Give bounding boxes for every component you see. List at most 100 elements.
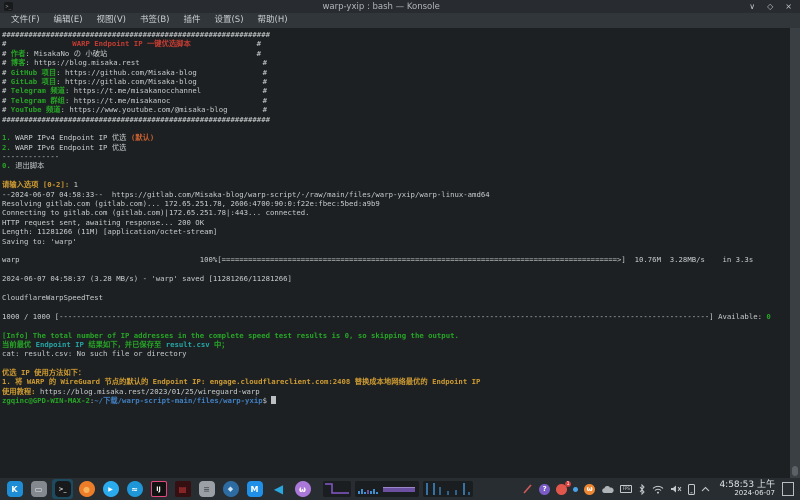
terminal-text-segment: WARP IPv4 Endpoint IP 优选 xyxy=(11,133,131,142)
tray-expander-icon[interactable] xyxy=(701,486,710,492)
taskbar-widgets xyxy=(323,481,473,497)
cloud-sync-icon[interactable] xyxy=(601,485,614,494)
terminal-line: ########################################… xyxy=(2,115,790,124)
menu-item-6[interactable]: 帮助(H) xyxy=(251,13,295,28)
minimize-button[interactable]: ∨ xyxy=(749,0,755,13)
fps-monitor-icon[interactable]: FPS xyxy=(620,485,632,493)
terminal-line: cat: result.csv: No such file or directo… xyxy=(2,349,790,358)
terminal-text-segment: : https://blog.misaka.rest # xyxy=(25,58,267,67)
konsole-icon: >_ xyxy=(55,481,71,497)
menu-item-1[interactable]: 编辑(E) xyxy=(47,13,90,28)
taskbar-app-vscode[interactable]: ◀ xyxy=(268,479,289,499)
taskbar-app-red-grid-app[interactable]: ▤ xyxy=(172,479,193,499)
telegram-icon: ▶ xyxy=(103,481,119,497)
kde-launcher-icon: K xyxy=(7,481,23,497)
terminal-line xyxy=(2,284,790,293)
bluetooth-icon[interactable] xyxy=(638,484,646,495)
terminal-line: ########################################… xyxy=(2,30,790,39)
taskbar-clock[interactable]: 4:58:53 上午 2024-06-07 xyxy=(719,481,775,498)
terminal-line: 优选 IP 使用方法如下： xyxy=(2,368,790,377)
window-titlebar[interactable]: >_ warp-yxip : bash — Konsole ∨ ◇ × xyxy=(0,0,800,13)
terminal-text-segment: 2024-06-07 04:58:37 (3.28 MB/s) - 'warp'… xyxy=(2,274,292,283)
terminal-text-segment: 0. xyxy=(2,161,11,170)
terminal-text-segment: Telegram 频道 xyxy=(11,86,65,95)
notification-app-icon[interactable]: 1 xyxy=(556,484,567,495)
taskbar-app-file-manager[interactable]: ▭ xyxy=(28,479,49,499)
menu-item-5[interactable]: 设置(S) xyxy=(207,13,250,28)
taskbar-app-cat-proxy-app[interactable]: ω xyxy=(292,479,313,499)
terminal-text-segment: 0 xyxy=(766,312,770,321)
terminal-text-segment: 1. xyxy=(2,133,11,142)
terminal-text-segment: 使用教程: xyxy=(2,387,40,396)
maximize-button[interactable]: ◇ xyxy=(767,0,773,13)
badge: 1 xyxy=(565,481,571,487)
terminal-line: Saving to: 'warp' xyxy=(2,237,790,246)
taskbar-app-konsole[interactable]: >_ xyxy=(52,479,73,499)
file-manager-icon: ▭ xyxy=(31,481,47,497)
terminal-line: # Telegram 频道: https://t.me/misakanoccha… xyxy=(2,86,790,95)
terminal-text-segment: CloudflareWarpSpeedTest xyxy=(2,293,103,302)
taskbar-app-blue-globe-app[interactable]: ◆ xyxy=(220,479,241,499)
phone-link-icon[interactable] xyxy=(688,484,695,495)
taskbar-app-motrix[interactable]: M xyxy=(244,479,265,499)
terminal-line: # 作者: MisakaNo の 小破站 # xyxy=(2,49,790,58)
konsole-window-icon: >_ xyxy=(4,2,13,11)
menu-item-0[interactable]: 文件(F) xyxy=(4,13,47,28)
terminal-text-segment: : MisakaNo の 小破站 # xyxy=(25,49,261,58)
red-grid-app-icon: ▤ xyxy=(175,481,191,497)
terminal-text-segment: 博客 xyxy=(11,58,26,67)
clash-cat-icon[interactable]: ω xyxy=(584,484,595,495)
terminal-line: # GitLab 项目: https://gitlab.com/Misaka-b… xyxy=(2,77,790,86)
terminal-text-segment: # xyxy=(191,39,261,48)
terminal-text-segment: GitHub 项目 xyxy=(11,68,56,77)
clash-cat-icon-glyph: ω xyxy=(584,484,595,495)
terminal-text-segment: ~/下载/warp-script-main/files/warp-yxip xyxy=(94,396,262,405)
terminal-line: HTTP request sent, awaiting response... … xyxy=(2,218,790,227)
terminal-line: 当前最优 Endpoint IP 结果如下，并已保存至 result.csv 中… xyxy=(2,340,790,349)
terminal-line xyxy=(2,171,790,180)
terminal-line: # WARP Endpoint IP 一键优选脚本 # xyxy=(2,39,790,48)
taskbar-app-intellij-idea[interactable]: IJ xyxy=(148,479,169,499)
task-preview-1[interactable] xyxy=(323,481,351,497)
terminal-text-segment: 1000 / 1000 [---------------------------… xyxy=(2,312,766,321)
taskbar-app-bird-messenger[interactable]: ≈ xyxy=(124,479,145,499)
terminal-line: 1. 将 WARP 的 WireGuard 节点的默认的 Endpoint IP… xyxy=(2,377,790,386)
terminal-line: # GitHub 项目: https://github.com/Misaka-b… xyxy=(2,68,790,77)
terminal-text-segment: : https://t.me/misakanocchannel # xyxy=(65,86,267,95)
taskbar-app-document-app[interactable]: ≡ xyxy=(196,479,217,499)
terminal-output[interactable]: ########################################… xyxy=(0,28,790,478)
terminal-text-segment: # xyxy=(2,58,11,67)
wifi-icon[interactable] xyxy=(652,485,664,494)
terminal-text-segment: # xyxy=(2,96,11,105)
terminal-line: 使用教程: https://blog.misaka.rest/2023/01/2… xyxy=(2,387,790,396)
show-desktop-button[interactable] xyxy=(782,482,794,496)
terminal-text-segment: YouTube 频道 xyxy=(11,105,61,114)
taskbar-app-telegram[interactable]: ▶ xyxy=(100,479,121,499)
help-indicator-icon[interactable]: ? xyxy=(539,484,550,495)
task-preview-2[interactable] xyxy=(355,481,419,497)
vscode-icon: ◀ xyxy=(271,481,287,497)
terminal-text-segment: 中； xyxy=(210,340,229,349)
spikes-graph-icon xyxy=(423,481,473,497)
terminal-text-segment: WARP IPv6 Endpoint IP 优选 xyxy=(11,143,127,152)
terminal-line: [Info] The total number of IP addresses … xyxy=(2,331,790,340)
taskbar-app-kde-launcher[interactable]: K xyxy=(4,479,25,499)
menu-item-4[interactable]: 插件 xyxy=(176,13,207,28)
terminal-text-segment: --2024-06-07 04:58:33-- https://gitlab.c… xyxy=(2,190,490,199)
terminal-text-segment: 请输入选项 [0-2]: xyxy=(2,180,69,189)
volume-muted-icon[interactable] xyxy=(670,484,682,494)
firefox-icon: ● xyxy=(79,481,95,497)
terminal-scrollbar[interactable] xyxy=(790,28,800,478)
stylus-icon[interactable] xyxy=(523,484,533,494)
scrollbar-thumb[interactable] xyxy=(792,466,798,476)
taskbar-app-firefox[interactable]: ● xyxy=(76,479,97,499)
motrix-icon: M xyxy=(247,481,263,497)
status-dot-icon[interactable] xyxy=(573,487,578,492)
terminal-text-segment: 作者 xyxy=(11,49,26,58)
close-button[interactable]: × xyxy=(785,0,792,13)
task-preview-3[interactable] xyxy=(423,481,473,497)
menu-item-2[interactable]: 视图(V) xyxy=(90,13,133,28)
menu-item-3[interactable]: 书签(B) xyxy=(133,13,176,28)
terminal-line xyxy=(2,265,790,274)
terminal-text-segment: # xyxy=(2,68,11,77)
